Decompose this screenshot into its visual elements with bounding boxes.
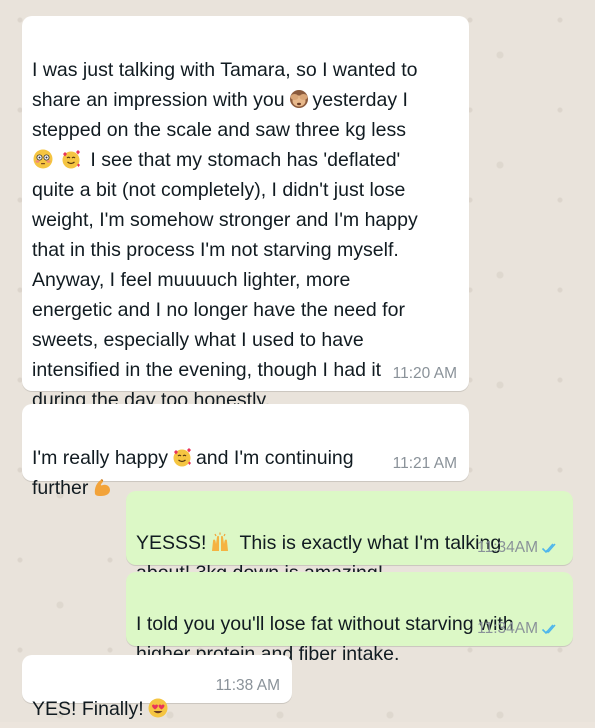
message-line: YES! Finally! <box>32 698 172 720</box>
message-timestamp: 11:34AM <box>477 539 538 556</box>
message-line: intensified in the evening, though I had… <box>32 359 382 381</box>
message-line: I was just talking with Tamara, so I wan… <box>32 59 418 81</box>
message-meta: 11:34AM <box>477 539 561 557</box>
smiling-face-with-heart-eyes-icon <box>147 697 169 719</box>
message-line: further <box>32 477 116 499</box>
smiling-face-with-hearts-icon <box>60 148 82 170</box>
message-line: I see that my stomach has 'deflated' <box>32 149 400 171</box>
message-line: stepped on the scale and saw three kg le… <box>32 119 406 141</box>
message-bubble-incoming[interactable]: I'm really happy and I'm continuing furth… <box>22 404 469 499</box>
message-meta: 11:34AM <box>477 620 561 638</box>
message-line: YESSS! This is exactly what I'm talking <box>136 531 502 554</box>
message-bubble-outgoing[interactable]: I told you you'll lose fat without starv… <box>126 572 573 665</box>
message-bubble-incoming[interactable]: I was just talking with Tamara, so I wan… <box>22 16 469 411</box>
message-timestamp: 11:34AM <box>477 620 538 637</box>
message-line: Anyway, I feel muuuuch lighter, more <box>32 269 351 291</box>
message-bubble-outgoing[interactable]: YESSS! This is exactly what I'm talking … <box>126 491 573 584</box>
message-line: quite a bit (not completely), I didn't j… <box>32 179 406 201</box>
smiling-face-with-hearts-icon <box>171 446 193 468</box>
message-line: I told you you'll lose fat without starv… <box>136 613 514 635</box>
read-receipt-double-check-icon <box>541 624 556 635</box>
message-timestamp: 11:38 AM <box>215 677 280 694</box>
message-line: energetic and I no longer have the need … <box>32 299 405 321</box>
flexed-biceps-icon <box>91 476 113 498</box>
message-text: I was just talking with Tamara, so I wan… <box>32 25 459 415</box>
message-meta: 11:20 AM <box>393 365 457 383</box>
message-line: weight, I'm somehow stronger and I'm hap… <box>32 209 418 231</box>
message-timestamp: 11:21 AM <box>392 455 457 472</box>
read-receipt-double-check-icon <box>541 543 556 554</box>
message-meta: 11:21 AM <box>393 455 457 473</box>
message-line: sweets, especially what I used to have <box>32 329 364 351</box>
flushed-face-icon <box>32 148 54 170</box>
see-no-evil-monkey-icon <box>288 88 310 110</box>
message-line: I'm really happy and I'm continuing <box>32 447 354 469</box>
message-timestamp: 11:20 AM <box>392 365 457 382</box>
message-line: that in this process I'm not starving my… <box>32 239 399 261</box>
message-bubble-incoming[interactable]: YES! Finally! 11:38 AM <box>22 655 292 720</box>
message-meta: 11:38 AM <box>216 677 280 695</box>
raising-hands-icon <box>209 531 231 553</box>
message-line: share an impression with you yesterday I <box>32 89 408 111</box>
